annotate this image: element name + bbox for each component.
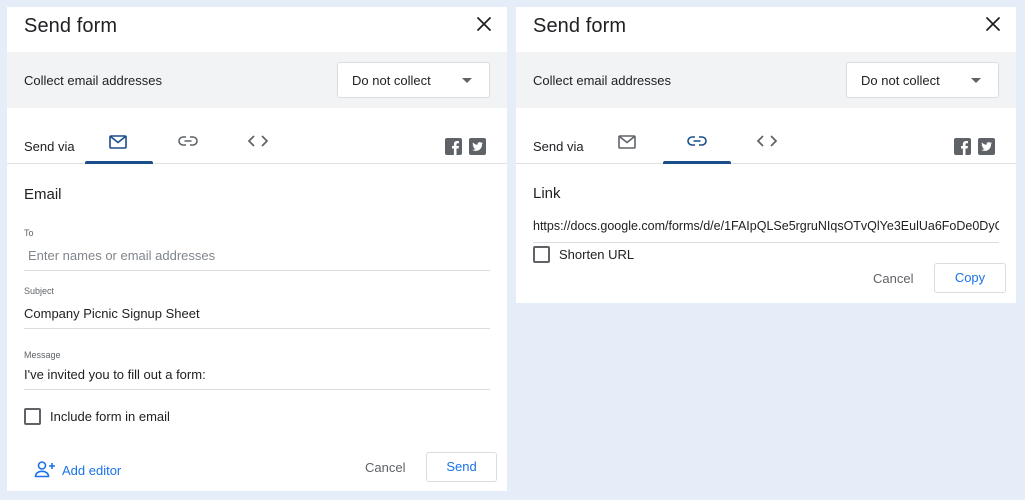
- collect-email-select[interactable]: Do not collect: [337, 62, 490, 98]
- collect-email-section: Collect email addresses Do not collect: [516, 52, 1016, 108]
- collect-email-selected: Do not collect: [352, 73, 431, 88]
- to-label: To: [24, 228, 34, 238]
- link-icon: [687, 136, 707, 146]
- twitter-icon[interactable]: [469, 138, 486, 155]
- tab-link[interactable]: [663, 120, 731, 164]
- subject-input[interactable]: [24, 305, 490, 329]
- twitter-icon[interactable]: [978, 138, 995, 155]
- subject-label: Subject: [24, 286, 55, 296]
- to-input[interactable]: [24, 247, 490, 271]
- add-editor-label: Add editor: [62, 463, 122, 478]
- send-via-label: Send via: [533, 139, 584, 154]
- send-via-label: Send via: [24, 139, 75, 154]
- link-section-title: Link: [533, 185, 561, 202]
- facebook-icon[interactable]: [954, 138, 971, 155]
- shorten-url-label: Shorten URL: [559, 247, 635, 262]
- mail-icon: [109, 135, 127, 149]
- send-form-dialog-link: Send form Collect email addresses Do not…: [516, 7, 1016, 303]
- collect-email-selected: Do not collect: [861, 73, 940, 88]
- cancel-button[interactable]: Cancel: [873, 271, 913, 286]
- person-add-icon: [34, 461, 55, 478]
- collect-email-label: Collect email addresses: [24, 73, 163, 88]
- tab-embed[interactable]: [733, 120, 801, 163]
- email-section-title: Email: [24, 186, 62, 203]
- collect-email-section: Collect email addresses Do not collect: [7, 52, 507, 108]
- collect-email-label: Collect email addresses: [533, 73, 672, 88]
- cancel-button[interactable]: Cancel: [365, 460, 405, 475]
- shorten-url-checkbox[interactable]: [533, 246, 550, 263]
- mail-icon: [618, 135, 636, 149]
- code-icon: [757, 135, 777, 147]
- tab-link[interactable]: [154, 120, 222, 163]
- caret-down-icon: [462, 78, 472, 83]
- collect-email-select[interactable]: Do not collect: [846, 62, 999, 98]
- send-via-tabs: Send via: [7, 108, 507, 164]
- send-button[interactable]: Send: [426, 452, 497, 482]
- dialog-title: Send form: [24, 15, 118, 37]
- send-via-tabs: Send via: [516, 108, 1016, 164]
- include-form-label: Include form in email: [50, 409, 170, 424]
- message-label: Message: [24, 350, 61, 360]
- code-icon: [248, 135, 268, 147]
- facebook-icon[interactable]: [445, 138, 462, 155]
- copy-button[interactable]: Copy: [934, 263, 1006, 293]
- caret-down-icon: [971, 78, 981, 83]
- send-form-dialog-email: Send form Collect email addresses Do not…: [7, 7, 507, 491]
- dialog-title: Send form: [533, 15, 627, 37]
- link-icon: [178, 136, 198, 146]
- message-input[interactable]: [24, 366, 490, 390]
- include-form-checkbox[interactable]: [24, 408, 41, 425]
- close-icon[interactable]: [982, 13, 1004, 35]
- tab-embed[interactable]: [224, 120, 292, 163]
- close-icon[interactable]: [473, 13, 495, 35]
- tab-email[interactable]: [594, 120, 662, 163]
- form-link-url[interactable]: https://docs.google.com/forms/d/e/1FAIpQ…: [533, 219, 999, 243]
- tab-email[interactable]: [85, 120, 153, 164]
